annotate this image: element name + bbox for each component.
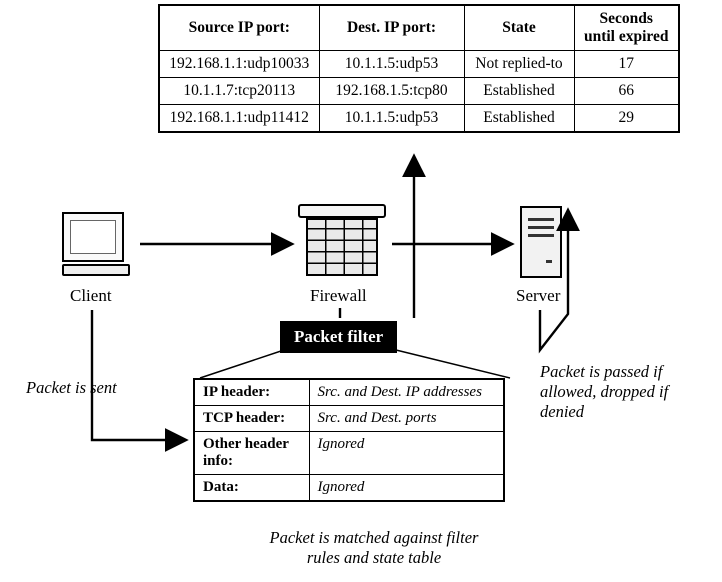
cell-state: Established xyxy=(464,78,574,105)
cell-dest: 192.168.1.5:tcp80 xyxy=(319,78,464,105)
packet-filter-tag: Packet filter xyxy=(280,321,397,353)
state-row: 192.168.1.1:udp10033 10.1.1.5:udp53 Not … xyxy=(159,51,679,78)
firewall-label: Firewall xyxy=(310,286,367,306)
cell-state: Not replied-to xyxy=(464,51,574,78)
cell-source: 192.168.1.1:udp11412 xyxy=(159,105,319,133)
client-label: Client xyxy=(70,286,112,306)
caption-packet-passed: Packet is passed if allowed, dropped if … xyxy=(540,362,700,421)
cell-dest: 10.1.1.5:udp53 xyxy=(319,51,464,78)
cell-expire: 29 xyxy=(574,105,679,133)
packet-field-label: TCP header: xyxy=(194,406,309,432)
state-table: Source IP port: Dest. IP port: State Sec… xyxy=(158,4,680,133)
caption-packet-sent: Packet is sent xyxy=(26,378,117,398)
table-header-row: Source IP port: Dest. IP port: State Sec… xyxy=(159,5,679,51)
cell-dest: 10.1.1.5:udp53 xyxy=(319,105,464,133)
packet-field-value: Src. and Dest. ports xyxy=(309,406,504,432)
packet-row: TCP header: Src. and Dest. ports xyxy=(194,406,504,432)
packet-field-value: Ignored xyxy=(309,475,504,502)
packet-field-label: Data: xyxy=(194,475,309,502)
cell-source: 192.168.1.1:udp10033 xyxy=(159,51,319,78)
cell-expire: 17 xyxy=(574,51,679,78)
arrow-client-down-to-packet xyxy=(92,310,184,440)
packet-row: Data: Ignored xyxy=(194,475,504,502)
col-dest: Dest. IP port: xyxy=(319,5,464,51)
caption-packet-matched: Packet is matched against filter rules a… xyxy=(254,528,494,568)
cell-source: 10.1.1.7:tcp20113 xyxy=(159,78,319,105)
cell-expire: 66 xyxy=(574,78,679,105)
packet-row: Other header info: Ignored xyxy=(194,432,504,475)
packet-field-label: Other header info: xyxy=(194,432,309,475)
packet-field-label: IP header: xyxy=(194,379,309,406)
connector-tag-to-table-left xyxy=(200,350,284,378)
packet-row: IP header: Src. and Dest. IP addresses xyxy=(194,379,504,406)
packet-field-value: Ignored xyxy=(309,432,504,475)
state-row: 10.1.1.7:tcp20113 192.168.1.5:tcp80 Esta… xyxy=(159,78,679,105)
col-state: State xyxy=(464,5,574,51)
col-source: Source IP port: xyxy=(159,5,319,51)
client-computer-icon xyxy=(62,212,130,276)
state-row: 192.168.1.1:udp11412 10.1.1.5:udp53 Esta… xyxy=(159,105,679,133)
packet-field-value: Src. and Dest. IP addresses xyxy=(309,379,504,406)
firewall-icon xyxy=(298,204,386,276)
packet-contents-table: IP header: Src. and Dest. IP addresses T… xyxy=(193,378,505,502)
server-label: Server xyxy=(516,286,560,306)
cell-state: Established xyxy=(464,105,574,133)
server-tower-icon xyxy=(520,206,562,278)
connector-tag-to-table-right xyxy=(396,350,510,378)
col-expire: Seconds until expired xyxy=(574,5,679,51)
